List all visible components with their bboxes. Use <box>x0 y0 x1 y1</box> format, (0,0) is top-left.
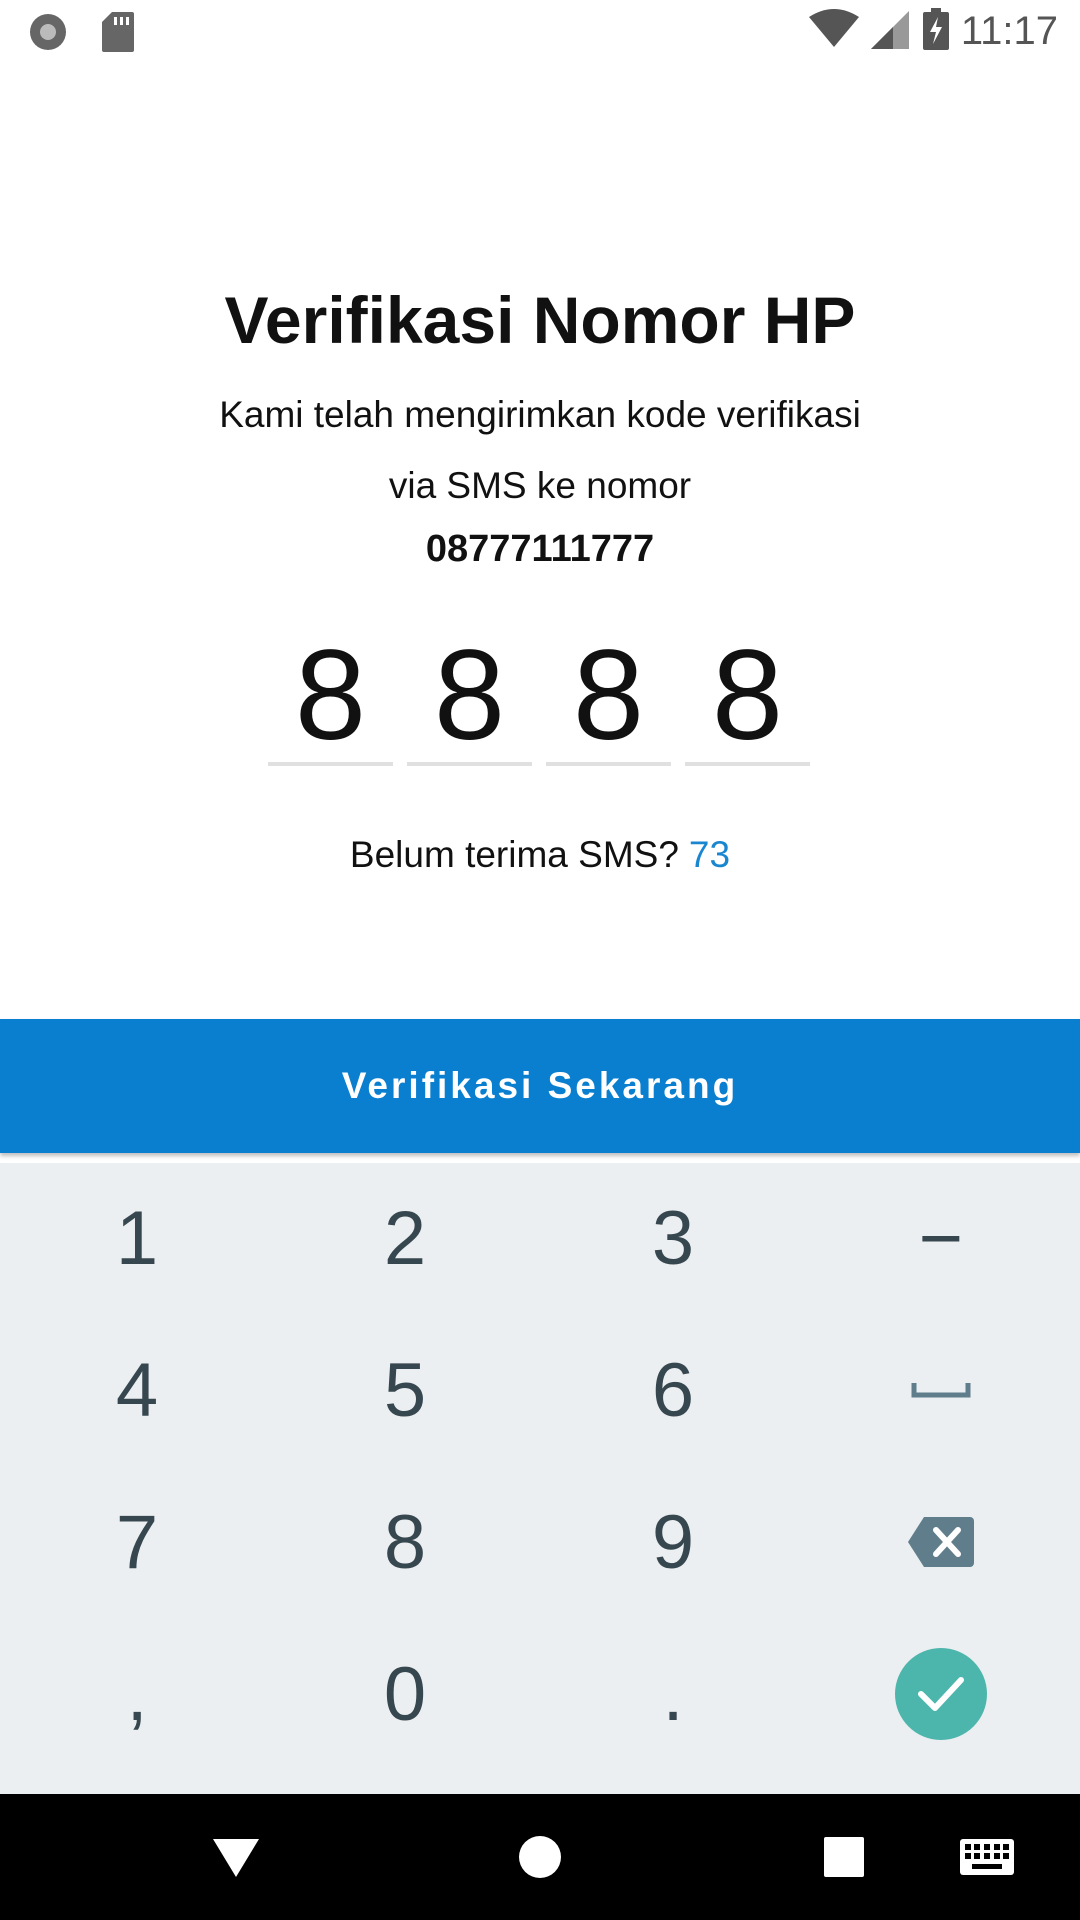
resend-sms: Belum terima SMS? 73 <box>0 834 1080 876</box>
space-icon <box>911 1383 971 1398</box>
status-bar: 11:17 <box>0 0 1080 64</box>
recents-square-icon <box>824 1837 864 1877</box>
key-minus[interactable]: − <box>807 1163 1075 1313</box>
otp-digit-2: 8 <box>433 624 506 767</box>
otp-underline <box>685 762 810 766</box>
nav-recents-button[interactable] <box>804 1794 884 1920</box>
verify-now-button[interactable]: Verifikasi Sekarang <box>0 1019 1080 1153</box>
otp-input-group: 8 8 8 8 <box>268 624 810 767</box>
key-2[interactable]: 2 <box>271 1163 539 1313</box>
otp-digit-field-4[interactable]: 8 <box>685 624 810 767</box>
resend-countdown[interactable]: 73 <box>689 834 730 875</box>
battery-charging-icon <box>922 8 949 55</box>
otp-underline <box>268 762 393 766</box>
key-space[interactable] <box>807 1315 1075 1465</box>
key-comma[interactable]: , <box>3 1619 271 1769</box>
key-7[interactable]: 7 <box>3 1467 271 1617</box>
key-3[interactable]: 3 <box>539 1163 807 1313</box>
key-0[interactable]: 0 <box>271 1619 539 1769</box>
otp-digit-field-1[interactable]: 8 <box>268 624 393 767</box>
key-1[interactable]: 1 <box>3 1163 271 1313</box>
otp-underline <box>407 762 532 766</box>
home-circle-icon <box>519 1836 561 1878</box>
back-triangle-icon <box>213 1839 259 1877</box>
clock: 11:17 <box>960 9 1058 53</box>
backspace-icon <box>908 1517 974 1567</box>
sd-card-icon <box>102 12 134 57</box>
otp-digit-1: 8 <box>294 624 367 767</box>
key-done[interactable] <box>807 1619 1075 1769</box>
system-navigation-bar <box>0 1794 1080 1920</box>
otp-digit-field-3[interactable]: 8 <box>546 624 671 767</box>
key-6[interactable]: 6 <box>539 1315 807 1465</box>
numeric-keypad: 1 2 3 − 4 5 6 7 8 9 , 0 . <box>0 1163 1080 1794</box>
cellular-signal-icon <box>870 9 911 54</box>
subtitle-line-2: via SMS ke nomor <box>388 465 692 506</box>
key-period[interactable]: . <box>539 1619 807 1769</box>
key-8[interactable]: 8 <box>271 1467 539 1617</box>
resend-label: Belum terima SMS? <box>349 834 679 875</box>
keyboard-icon <box>960 1839 1014 1875</box>
done-check-button[interactable] <box>895 1648 987 1740</box>
key-5[interactable]: 5 <box>271 1315 539 1465</box>
key-4[interactable]: 4 <box>3 1315 271 1465</box>
otp-underline <box>546 762 671 766</box>
phone-number: 08777111777 <box>425 528 655 570</box>
key-9[interactable]: 9 <box>539 1467 807 1617</box>
nav-back-button[interactable] <box>196 1794 276 1920</box>
subtitle-line-1: Kami telah mengirimkan kode verifikasi <box>219 394 861 435</box>
nav-home-button[interactable] <box>500 1794 580 1920</box>
nav-keyboard-switch-button[interactable] <box>960 1794 1014 1920</box>
otp-digit-4: 8 <box>711 624 784 767</box>
otp-digit-field-2[interactable]: 8 <box>407 624 532 767</box>
record-icon <box>28 12 68 57</box>
page-title: Verifikasi Nomor HP <box>224 283 856 357</box>
key-backspace[interactable] <box>807 1467 1075 1617</box>
done-check-icon <box>918 1677 964 1711</box>
otp-digit-3: 8 <box>572 624 645 767</box>
wifi-icon <box>808 9 859 54</box>
